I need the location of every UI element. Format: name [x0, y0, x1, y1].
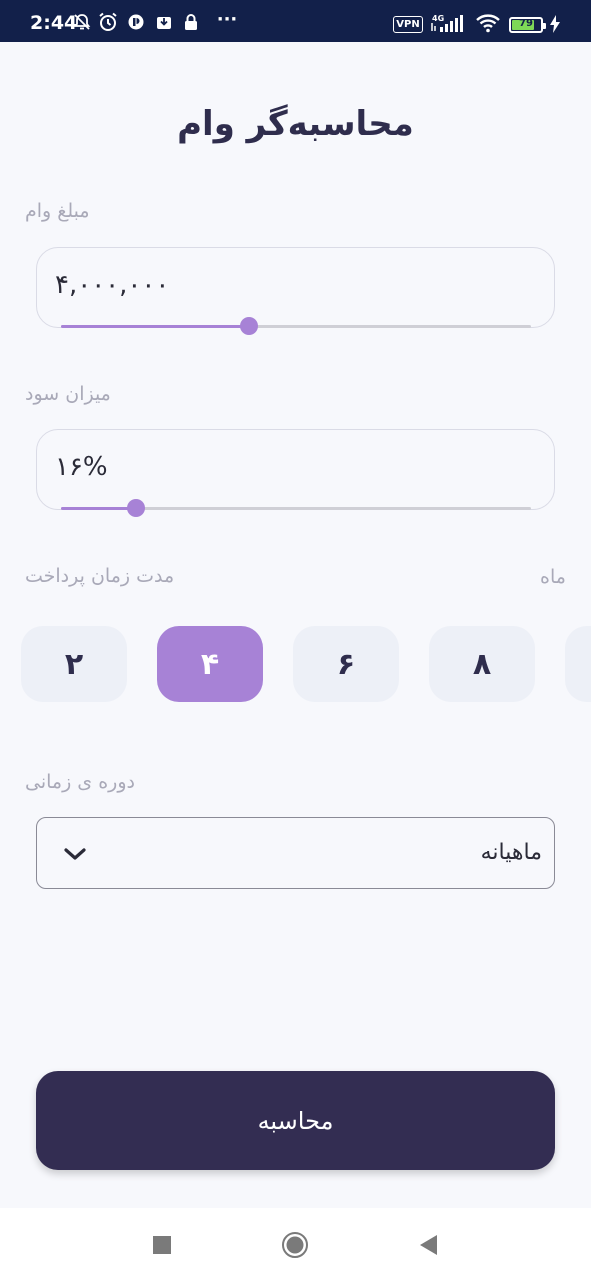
square-icon [153, 1236, 171, 1254]
interest-slider-thumb[interactable] [127, 499, 145, 517]
page-title: محاسبه‌گر وام [177, 104, 414, 144]
month-option-2[interactable]: ۲ [21, 626, 127, 702]
interest-label: میزان سود [25, 383, 111, 405]
status-time: 2:44 [30, 12, 78, 34]
loan-amount-value[interactable]: ۴,۰۰۰,۰۰۰ [55, 270, 169, 300]
circle-icon [282, 1232, 308, 1258]
signal-icon [430, 14, 466, 32]
more-dots: ··· [216, 8, 238, 30]
recents-button[interactable] [147, 1230, 177, 1260]
alarm-icon [97, 12, 119, 31]
period-selected: ماهیانه [480, 840, 542, 865]
download-icon [154, 13, 174, 31]
charging-icon [548, 15, 562, 33]
interest-card[interactable]: ۱۶% [36, 429, 555, 517]
interest-value[interactable]: ۱۶% [55, 452, 108, 482]
vpn-badge: VPN [393, 16, 423, 33]
duration-unit: ماه [540, 566, 566, 588]
loan-amount-card[interactable]: ۴,۰۰۰,۰۰۰ [36, 247, 555, 335]
battery-icon: 79 [509, 17, 546, 33]
lock-icon [181, 13, 201, 31]
loan-amount-label: مبلغ وام [25, 200, 90, 222]
month-option-8[interactable]: ۸ [429, 626, 535, 702]
loan-amount-slider-thumb[interactable] [240, 317, 258, 335]
wifi-icon [474, 14, 502, 33]
month-option-6[interactable]: ۶ [293, 626, 399, 702]
month-option-partial[interactable] [565, 626, 591, 702]
duration-label: مدت زمان پرداخت [25, 565, 175, 587]
month-option-4[interactable]: ۴ [157, 626, 263, 702]
calculate-button[interactable]: محاسبه [36, 1071, 555, 1170]
back-triangle-icon [420, 1235, 437, 1255]
home-button[interactable] [280, 1230, 310, 1260]
battery-level: 79 [519, 18, 533, 29]
notifications-off-icon [72, 13, 92, 31]
chevron-down-icon[interactable] [63, 844, 87, 864]
period-label: دوره ی زمانی [25, 771, 135, 793]
period-dropdown[interactable]: ماهیانه [36, 817, 555, 889]
app-icon [126, 13, 146, 31]
interest-slider[interactable] [61, 499, 531, 517]
status-bar: 2:44 ··· VPN 4G 79 [0, 0, 591, 42]
navigation-bar [0, 1208, 591, 1280]
back-button[interactable] [413, 1230, 443, 1260]
loan-amount-slider[interactable] [61, 317, 531, 335]
